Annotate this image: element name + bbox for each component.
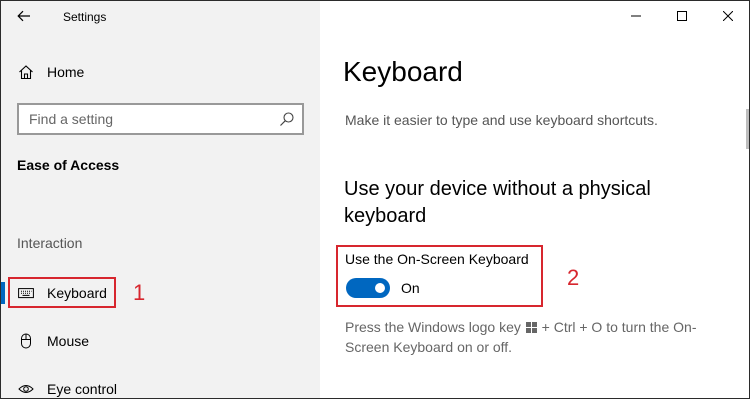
toggle-knob xyxy=(375,283,385,293)
help-text-part-1: Press the Windows logo key xyxy=(345,319,521,335)
toggle-state-label: On xyxy=(401,280,420,296)
scrollbar-thumb[interactable] xyxy=(746,109,749,149)
back-button[interactable] xyxy=(11,5,37,27)
page-subtitle: Make it easier to type and use keyboard … xyxy=(345,112,658,128)
content-pane: Keyboard Make it easier to type and use … xyxy=(320,1,749,398)
sidebar-item-eye-control[interactable]: Eye control xyxy=(1,373,320,398)
settings-window: Settings Home Ease of Access Interaction xyxy=(0,0,750,399)
on-screen-keyboard-toggle[interactable] xyxy=(346,278,390,298)
help-text: Press the Windows logo key + Ctrl + O to… xyxy=(345,317,735,357)
title-bar: Settings xyxy=(1,1,320,33)
section-heading: Ease of Access xyxy=(17,157,120,173)
nav-home-label: Home xyxy=(47,64,85,80)
close-button[interactable] xyxy=(705,1,749,31)
annotation-box-1 xyxy=(8,277,116,308)
window-controls xyxy=(613,1,749,31)
mouse-icon xyxy=(17,332,35,350)
annotation-marker-1: 1 xyxy=(133,280,146,305)
arrow-left-icon xyxy=(17,10,30,22)
minimize-icon xyxy=(631,15,641,17)
sidebar: Settings Home Ease of Access Interaction xyxy=(1,1,320,398)
sidebar-item-label: Mouse xyxy=(47,333,90,349)
annotation-marker-2: 2 xyxy=(567,265,580,290)
eye-icon xyxy=(17,380,35,398)
search-icon[interactable] xyxy=(278,110,296,128)
minimize-button[interactable] xyxy=(613,1,659,31)
home-icon xyxy=(17,63,35,81)
section-heading-physical-keyboard: Use your device without a physical keybo… xyxy=(344,178,651,227)
windows-logo-icon xyxy=(525,322,537,333)
app-title: Settings xyxy=(63,10,107,24)
search-input[interactable] xyxy=(29,111,269,127)
sidebar-item-mouse[interactable]: Mouse xyxy=(1,325,320,357)
search-box[interactable] xyxy=(17,103,304,135)
on-screen-keyboard-label: Use the On-Screen Keyboard xyxy=(345,251,529,267)
maximize-button[interactable] xyxy=(659,1,705,31)
selection-indicator xyxy=(1,282,5,304)
page-title: Keyboard xyxy=(343,56,463,87)
group-label-interaction: Interaction xyxy=(17,235,83,251)
maximize-icon xyxy=(677,11,687,21)
close-icon xyxy=(723,11,733,21)
nav-home[interactable]: Home xyxy=(17,61,84,83)
sidebar-item-label: Eye control xyxy=(47,381,118,397)
